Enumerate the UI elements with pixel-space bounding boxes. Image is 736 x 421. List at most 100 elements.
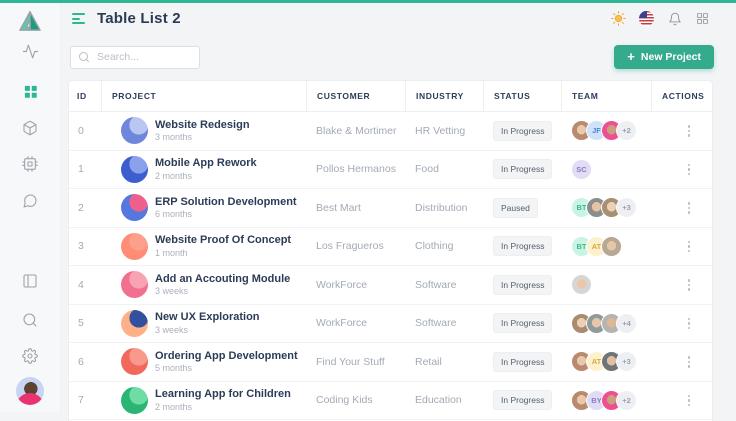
actions-cell [651, 161, 712, 179]
status-cell: In Progress [483, 352, 561, 372]
actions-cell [651, 199, 712, 217]
sidebar-item-cpu[interactable] [0, 150, 60, 178]
table-row[interactable]: 7 Learning App for Children 2 months Cod… [69, 382, 712, 421]
status-badge: In Progress [493, 236, 552, 256]
customer-cell: Los Fragueros [306, 240, 405, 252]
profile-avatar [16, 377, 44, 405]
new-project-label: New Project [641, 51, 701, 63]
apps-menu-button[interactable] [695, 11, 710, 26]
table-row[interactable]: 6 Ordering App Development 5 months Find… [69, 343, 712, 382]
search-icon [22, 312, 38, 328]
row-actions-menu[interactable] [685, 315, 694, 333]
status-badge: In Progress [493, 275, 552, 295]
table-row[interactable]: 5 New UX Exploration 3 weeks WorkForce S… [69, 305, 712, 344]
topbar: Table List 2 [60, 3, 736, 34]
status-badge: Paused [493, 198, 538, 218]
status-badge: In Progress [493, 313, 552, 333]
theme-toggle-button[interactable] [611, 11, 626, 26]
industry-cell: Food [405, 163, 483, 175]
row-actions-menu[interactable] [685, 199, 694, 217]
status-badge: In Progress [493, 352, 552, 372]
column-header-customer: CUSTOMER [306, 81, 405, 111]
row-actions-menu[interactable] [685, 122, 694, 140]
team-more-count: +2 [616, 390, 637, 411]
project-icon [121, 233, 148, 260]
table-header: IDPROJECTCUSTOMERINDUSTRYSTATUSTEAMACTIO… [69, 81, 712, 112]
team-cell: SC [561, 159, 651, 180]
column-header-status: STATUS [483, 81, 561, 111]
table-row[interactable]: 3 Website Proof Of Concept 1 month Los F… [69, 228, 712, 267]
row-actions-menu[interactable] [685, 238, 694, 256]
column-header-actions: ACTIONS [651, 81, 713, 111]
box-icon [22, 120, 38, 136]
project-name: Website Redesign [155, 119, 250, 132]
status-badge: In Progress [493, 121, 552, 141]
status-badge: In Progress [493, 159, 552, 179]
project-duration: 3 weeks [155, 325, 260, 335]
row-id: 4 [69, 279, 101, 291]
project-duration: 1 month [155, 248, 291, 258]
settings-icon [22, 348, 38, 364]
sidebar-item-dashboard[interactable] [0, 77, 60, 105]
triangle-logo-icon [18, 10, 42, 32]
bell-icon [668, 12, 682, 26]
row-id: 0 [69, 125, 101, 137]
status-cell: In Progress [483, 121, 561, 141]
sidebar [0, 3, 61, 412]
dashboard-grid-icon [23, 84, 38, 99]
project-name: Add an Accouting Module [155, 273, 290, 286]
row-id: 3 [69, 240, 101, 252]
menu-toggle-button[interactable] [72, 13, 85, 24]
team-cell: +4 [561, 313, 651, 334]
team-cell: BY+2 [561, 390, 651, 411]
team-cell [561, 274, 651, 295]
language-selector[interactable] [639, 11, 654, 26]
project-duration: 5 months [155, 363, 298, 373]
row-actions-menu[interactable] [685, 392, 694, 410]
row-id: 6 [69, 356, 101, 368]
table-row[interactable]: 0 Website Redesign 3 months Blake & Mort… [69, 112, 712, 151]
row-actions-menu[interactable] [685, 353, 694, 371]
project-duration: 2 months [155, 171, 257, 181]
sidebar-item-settings[interactable] [0, 342, 60, 370]
table-row[interactable]: 1 Mobile App Rework 2 months Pollos Herm… [69, 151, 712, 190]
project-cell: Website Proof Of Concept 1 month [101, 233, 306, 260]
notifications-button[interactable] [667, 11, 682, 26]
sidebar-item-chat[interactable] [0, 187, 60, 215]
actions-cell [651, 276, 712, 294]
app-logo [0, 7, 60, 35]
industry-cell: HR Vetting [405, 125, 483, 137]
sidebar-item-layout[interactable] [0, 267, 60, 295]
search-icon [78, 51, 90, 63]
actions-cell [651, 122, 712, 140]
layout-panel-icon [22, 273, 38, 289]
sidebar-item-box[interactable] [0, 114, 60, 142]
team-avatar-photo [571, 274, 592, 295]
project-icon [121, 156, 148, 183]
actions-cell [651, 392, 712, 410]
customer-cell: Blake & Mortimer [306, 125, 405, 137]
sidebar-profile[interactable] [0, 375, 60, 407]
sidebar-item-activity[interactable] [0, 37, 60, 65]
row-actions-menu[interactable] [685, 161, 694, 179]
activity-icon [22, 43, 39, 60]
row-actions-menu[interactable] [685, 276, 694, 294]
table-row[interactable]: 2 ERP Solution Development 6 months Best… [69, 189, 712, 228]
cpu-icon [22, 156, 38, 172]
new-project-button[interactable]: + New Project [614, 45, 714, 69]
project-cell: Website Redesign 3 months [101, 117, 306, 144]
sidebar-item-search[interactable] [0, 306, 60, 334]
project-icon [121, 271, 148, 298]
plus-icon: + [627, 52, 635, 62]
row-id: 1 [69, 163, 101, 175]
us-flag-icon [639, 11, 654, 26]
status-cell: In Progress [483, 236, 561, 256]
actions-cell [651, 315, 712, 333]
project-icon [121, 310, 148, 337]
team-cell: BT+3 [561, 197, 651, 218]
top-accent-bar [0, 0, 736, 3]
team-avatar-initials: SC [571, 159, 592, 180]
table-row[interactable]: 4 Add an Accouting Module 3 weeks WorkFo… [69, 266, 712, 305]
team-cell: AT+3 [561, 351, 651, 372]
status-cell: In Progress [483, 313, 561, 333]
